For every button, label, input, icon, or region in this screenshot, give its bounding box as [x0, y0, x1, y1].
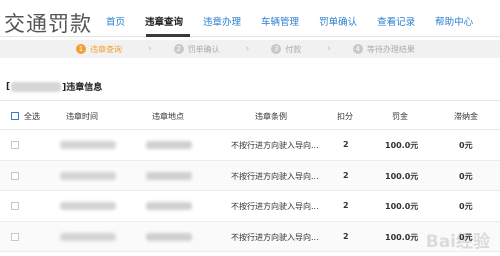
- site-title: 交通罚款: [4, 12, 92, 36]
- step-3: 3 付款: [271, 44, 301, 55]
- nav-view-records[interactable]: 查看记录: [377, 14, 415, 28]
- cell-rule: 不按行进方向驶入导向...: [231, 141, 319, 150]
- nav-violation-query[interactable]: 违章查询: [145, 14, 183, 28]
- step-number: 3: [271, 44, 282, 54]
- cell-late-fee: 0元: [459, 171, 473, 181]
- header-violation-location: 违章地点: [152, 112, 184, 121]
- cell-late-fee: 0元: [459, 141, 473, 150]
- chevron-right-icon: ›: [148, 44, 152, 54]
- cell-fine: 100.0元: [385, 202, 419, 211]
- header-select-all[interactable]: 全选: [24, 111, 40, 122]
- header-points: 扣分: [337, 112, 353, 121]
- nav-violation-handle[interactable]: 违章办理: [203, 14, 241, 28]
- watermark: Bai经验: [425, 232, 490, 252]
- section-title: [ ]违章信息: [6, 80, 102, 93]
- cell-rule: 不按行进方向驶入导向...: [231, 171, 319, 181]
- blurred-location: [146, 141, 192, 149]
- blurred-time: [60, 202, 116, 210]
- section-title-suffix: ]违章信息: [62, 83, 103, 93]
- cell-rule: 不按行进方向驶入导向...: [231, 202, 319, 211]
- cell-points: 2: [343, 231, 349, 241]
- nav-divider: [0, 36, 500, 37]
- header-violation-rule: 违章条例: [255, 112, 287, 121]
- chevron-right-icon: ›: [327, 44, 331, 54]
- table-row: 不按行进方向驶入导向... 2 100.0元 0元: [0, 130, 500, 161]
- blurred-time: [60, 141, 116, 149]
- header-fine: 罚金: [392, 112, 408, 121]
- section-title-prefix: [: [6, 81, 11, 92]
- blurred-location: [146, 171, 192, 180]
- cell-points: 2: [343, 140, 349, 149]
- blurred-location: [146, 202, 192, 210]
- blurred-time: [60, 171, 116, 180]
- row-checkbox[interactable]: [11, 202, 19, 210]
- header-violation-time: 违章时间: [66, 112, 98, 121]
- cell-points: 2: [343, 170, 349, 180]
- blurred-plate-number: [11, 81, 62, 92]
- step-label: 罚单确认: [187, 44, 220, 54]
- table-header: 全选 违章时间 违章地点 违章条例 扣分 罚金 滞纳金: [0, 100, 500, 130]
- table-row: 不按行进方向驶入导向... 2 100.0元 0元: [0, 160, 500, 191]
- step-label: 付款: [285, 44, 302, 54]
- step-number: 1: [76, 44, 86, 54]
- step-4: 4 等待办理结果: [352, 44, 415, 55]
- top-header: 交通罚款 首页 违章查询 违章办理 车辆管理 罚单确认 查看记录 帮助中心: [0, 0, 500, 40]
- step-label: 违章查询: [90, 44, 122, 54]
- progress-steps: 1 违章查询 › 2 罚单确认 › 3 付款 › 4 等待办理结果: [0, 40, 500, 58]
- nav-help-center[interactable]: 帮助中心: [435, 14, 473, 28]
- cell-points: 2: [343, 201, 349, 210]
- cell-rule: 不按行进方向驶入导向...: [231, 232, 319, 242]
- cell-fine: 100.0元: [385, 171, 419, 181]
- row-checkbox[interactable]: [11, 141, 19, 149]
- step-2: 2 罚单确认: [173, 44, 220, 55]
- nav-active-indicator: [146, 34, 190, 37]
- cell-fine: 100.0元: [385, 141, 419, 150]
- table-row: 不按行进方向驶入导向... 2 100.0元 0元: [0, 191, 500, 222]
- cell-fine: 100.0元: [385, 232, 419, 242]
- step-label: 等待办理结果: [366, 44, 415, 54]
- main-nav: 首页 违章查询 违章办理 车辆管理 罚单确认 查看记录 帮助中心: [106, 14, 493, 28]
- cell-late-fee: 0元: [459, 202, 473, 211]
- row-checkbox[interactable]: [11, 171, 19, 180]
- select-all-checkbox[interactable]: [11, 112, 19, 120]
- nav-vehicle-management[interactable]: 车辆管理: [261, 14, 299, 28]
- blurred-time: [60, 232, 116, 241]
- blurred-location: [146, 232, 192, 241]
- nav-home[interactable]: 首页: [106, 14, 125, 28]
- chevron-right-icon: ›: [245, 44, 250, 54]
- nav-ticket-confirm[interactable]: 罚单确认: [319, 14, 357, 28]
- step-number: 4: [352, 44, 363, 54]
- step-1: 1 违章查询: [76, 44, 122, 55]
- row-checkbox[interactable]: [11, 232, 19, 241]
- header-late-fee: 滞纳金: [454, 112, 478, 121]
- step-number: 2: [173, 44, 184, 54]
